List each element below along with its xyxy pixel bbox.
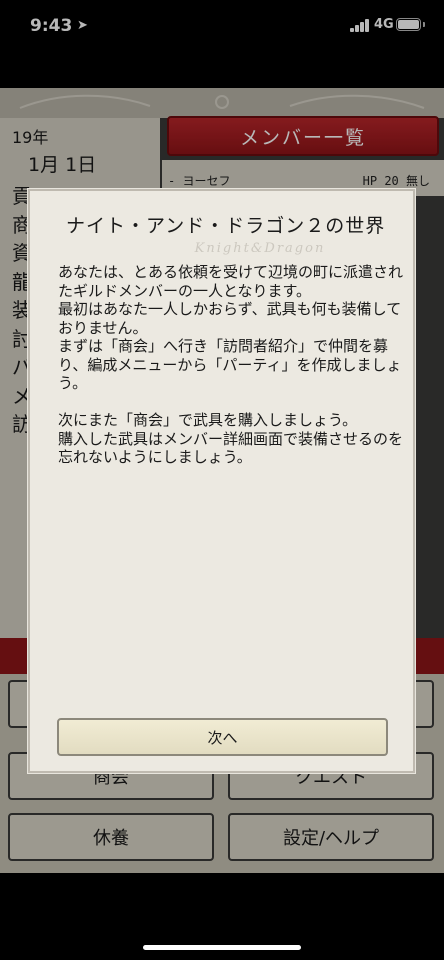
dialog-watermark: Knight&Dragon	[194, 241, 326, 256]
intro-dialog: ナイト・アンド・ドラゴン２の世界 Knight&Dragon あなたは、とある依…	[28, 189, 415, 773]
dialog-body: あなたは、とある依頼を受けて辺境の町に派遣されたギルドメンバーの一人となります。…	[58, 263, 404, 466]
home-indicator[interactable]	[143, 945, 301, 950]
next-button[interactable]: 次へ	[57, 718, 388, 756]
dialog-title: ナイト・アンド・ドラゴン２の世界	[66, 215, 386, 237]
